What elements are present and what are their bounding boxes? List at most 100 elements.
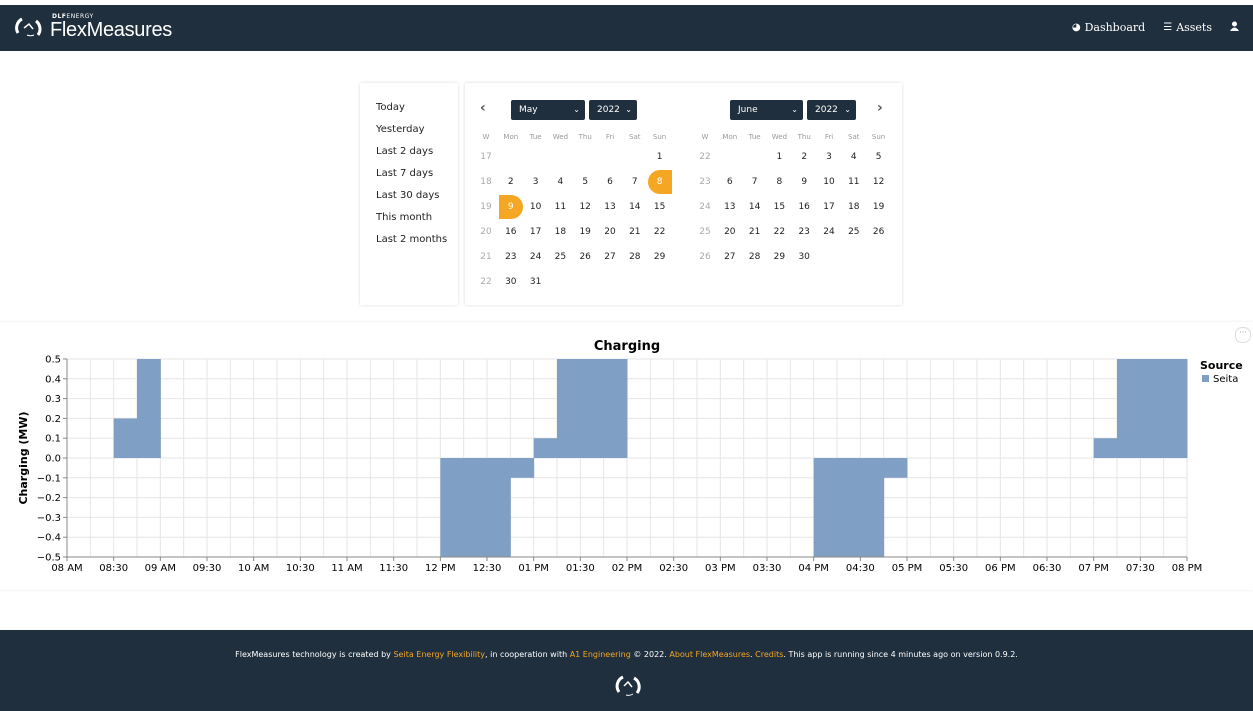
may-day[interactable]: 18 — [548, 220, 572, 244]
june-day[interactable]: 17 — [817, 195, 841, 219]
june-day[interactable]: 11 — [842, 170, 866, 194]
may-day[interactable]: 15 — [648, 195, 672, 219]
june-day[interactable]: 29 — [767, 245, 791, 269]
week-number: 19 — [480, 202, 492, 212]
next-month-chevron-icon[interactable]: › — [877, 100, 883, 116]
selected-start-day[interactable]: 8 — [647, 170, 672, 194]
june-day[interactable]: 19 — [867, 195, 891, 219]
left-year-select[interactable]: 2022 ⌄ — [589, 100, 637, 120]
right-year-select[interactable]: 2022 ⌄ — [807, 100, 856, 120]
may-day[interactable]: 20 — [598, 220, 622, 244]
may-day[interactable]: 5 — [573, 170, 597, 194]
preset-last-2-days[interactable]: Last 2 days — [376, 146, 433, 157]
may-day[interactable]: 14 — [623, 195, 647, 219]
june-day[interactable]: 8 — [767, 170, 791, 194]
may-day[interactable]: 29 — [648, 245, 672, 269]
seita-link[interactable]: Seita Energy Flexibility — [393, 650, 485, 659]
may-day[interactable]: 23 — [499, 245, 523, 269]
y-tick-label: 0.3 — [45, 394, 61, 405]
weekday-header: Sun — [652, 133, 667, 141]
june-day[interactable]: 10 — [817, 170, 841, 194]
june-day[interactable]: 4 — [842, 145, 866, 169]
june-day[interactable]: 1 — [767, 145, 791, 169]
june-day[interactable]: 13 — [718, 195, 742, 219]
june-day[interactable]: 12 — [867, 170, 891, 194]
footer: FlexMeasures technology is created by Se… — [0, 630, 1253, 711]
may-day[interactable]: 19 — [573, 220, 597, 244]
selected-end-day[interactable]: 9 — [498, 195, 523, 219]
june-day[interactable]: 24 — [817, 220, 841, 244]
june-day[interactable]: 21 — [743, 220, 767, 244]
may-day[interactable]: 24 — [524, 245, 548, 269]
june-day[interactable]: 14 — [743, 195, 767, 219]
weekday-header: W — [701, 133, 709, 141]
nav-assets[interactable]: ☰ Assets — [1163, 21, 1212, 34]
june-day[interactable]: 25 — [842, 220, 866, 244]
preset-last-30-days[interactable]: Last 30 days — [376, 190, 440, 201]
x-tick-label: 08:30 — [99, 563, 128, 574]
may-day[interactable]: 12 — [573, 195, 597, 219]
may-day[interactable]: 27 — [598, 245, 622, 269]
may-day[interactable]: 26 — [573, 245, 597, 269]
june-day[interactable]: 28 — [743, 245, 767, 269]
june-day[interactable]: 22 — [767, 220, 791, 244]
june-day[interactable]: 23 — [792, 220, 816, 244]
preset-yesterday[interactable]: Yesterday — [376, 124, 425, 135]
left-month-select[interactable]: May ⌄ — [511, 100, 585, 120]
june-day[interactable]: 9 — [792, 170, 816, 194]
a1-engineering-link[interactable]: A1 Engineering — [570, 650, 631, 659]
may-day[interactable]: 4 — [548, 170, 572, 194]
may-day[interactable]: 25 — [548, 245, 572, 269]
weekday-header: Wed — [552, 133, 569, 141]
nav-dashboard[interactable]: ◕ Dashboard — [1072, 21, 1145, 34]
nav-user[interactable] — [1230, 21, 1239, 34]
may-day[interactable]: 30 — [499, 270, 523, 294]
may-day[interactable]: 28 — [623, 245, 647, 269]
june-day[interactable]: 2 — [792, 145, 816, 169]
may-day[interactable]: 22 — [648, 220, 672, 244]
preset-last-7-days[interactable]: Last 7 days — [376, 168, 433, 179]
june-day[interactable]: 7 — [743, 170, 767, 194]
x-tick-label: 11 AM — [331, 563, 362, 574]
may-day[interactable]: 11 — [548, 195, 572, 219]
june-day[interactable]: 26 — [867, 220, 891, 244]
chevron-down-icon: ⌄ — [791, 105, 798, 114]
june-day[interactable]: 6 — [718, 170, 742, 194]
chart-bar — [603, 359, 628, 458]
may-day[interactable]: 7 — [623, 170, 647, 194]
about-flexmeasures-link[interactable]: About FlexMeasures — [669, 650, 750, 659]
may-day[interactable]: 21 — [623, 220, 647, 244]
june-day[interactable]: 3 — [817, 145, 841, 169]
may-day[interactable]: 3 — [524, 170, 548, 194]
may-day[interactable]: 16 — [499, 220, 523, 244]
june-day[interactable]: 18 — [842, 195, 866, 219]
brand-name: FlexMeasures — [50, 19, 172, 41]
chart-bar — [837, 458, 861, 557]
brand-link[interactable]: DLFENERGY FlexMeasures — [14, 14, 172, 40]
x-tick-label: 12 PM — [425, 563, 456, 574]
credits-link[interactable]: Credits — [755, 650, 783, 659]
june-day[interactable]: 16 — [792, 195, 816, 219]
prev-month-chevron-icon[interactable]: ‹ — [480, 100, 486, 116]
june-day[interactable]: 20 — [718, 220, 742, 244]
weekday-header: Fri — [605, 133, 615, 141]
chart-actions-menu-icon[interactable]: ··· — [1235, 327, 1251, 343]
may-day[interactable]: 6 — [598, 170, 622, 194]
preset-today[interactable]: Today — [376, 102, 405, 113]
may-day[interactable]: 10 — [524, 195, 548, 219]
may-day[interactable]: 13 — [598, 195, 622, 219]
may-day[interactable]: 2 — [499, 170, 523, 194]
chevron-down-icon: ⌄ — [625, 105, 632, 114]
preset-last-2-months[interactable]: Last 2 months — [376, 234, 447, 245]
weekday-header: Fri — [824, 133, 834, 141]
june-day[interactable]: 5 — [867, 145, 891, 169]
june-day[interactable]: 15 — [767, 195, 791, 219]
weekday-header: Sat — [848, 133, 860, 141]
may-day[interactable]: 1 — [648, 145, 672, 169]
right-month-select[interactable]: June ⌄ — [730, 100, 803, 120]
preset-this-month[interactable]: This month — [376, 212, 432, 223]
june-day[interactable]: 27 — [718, 245, 742, 269]
may-day[interactable]: 17 — [524, 220, 548, 244]
may-day[interactable]: 31 — [524, 270, 548, 294]
june-day[interactable]: 30 — [792, 245, 816, 269]
